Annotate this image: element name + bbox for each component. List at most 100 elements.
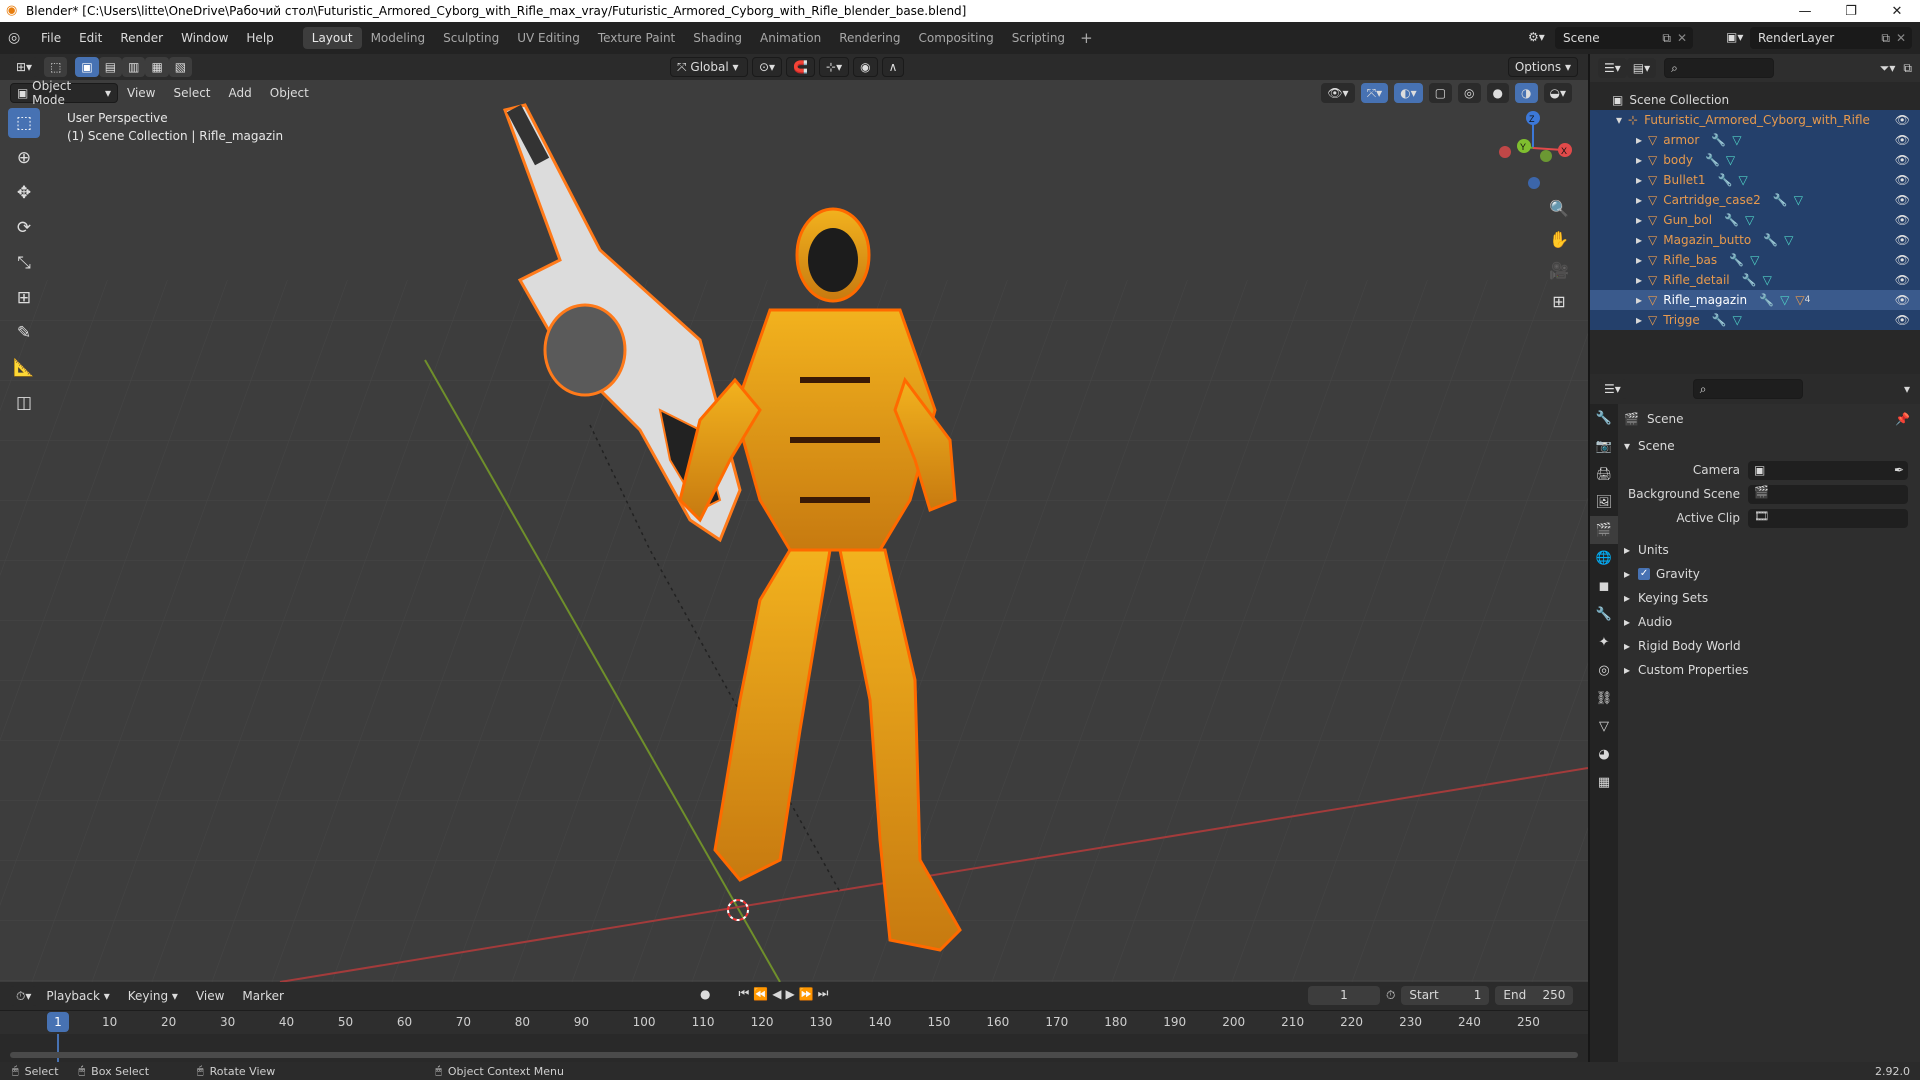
mesh-data-icon[interactable]: ▽ [1745,213,1754,227]
play-icon[interactable]: ▶ [785,987,794,1001]
outliner-search-input[interactable]: ⌕ [1664,58,1775,78]
shading-wireframe-icon[interactable]: ◎ [1458,83,1481,103]
rotate-tool-icon[interactable]: ⟳ [8,213,40,243]
camera-icon[interactable]: 🎥 [1546,257,1572,283]
selection-intersect-icon[interactable]: ▧ [168,57,193,77]
blender-menu-icon[interactable]: ◎ [8,30,32,46]
zoom-icon[interactable]: 🔍 [1546,195,1572,221]
expand-arrow-icon[interactable]: ▸ [1636,213,1642,227]
render-layer-icon[interactable]: ▣▾ [1726,30,1743,44]
menu-render[interactable]: Render [111,31,172,45]
visibility-eye-icon[interactable]: 👁 [1895,193,1910,207]
tab-rendering[interactable]: Rendering [830,27,909,49]
outliner-row-collection[interactable]: ▾ ⊹ Futuristic_Armored_Cyborg_with_Rifle… [1590,110,1920,130]
selection-invert-icon[interactable]: ▦ [145,57,169,77]
pin-icon[interactable]: 📌 [1895,412,1910,426]
visibility-eye-icon[interactable]: 👁 [1895,313,1910,327]
shading-solid-icon[interactable]: ● [1486,83,1510,103]
texture-tab-icon[interactable]: ▦ [1590,768,1618,796]
mesh-data-icon[interactable]: ▽ [1780,293,1789,307]
play-reverse-icon[interactable]: ◀ [772,987,781,1001]
outliner-row-scene-collection[interactable]: ▣ Scene Collection [1590,90,1920,110]
jump-start-icon[interactable]: ⏮ [738,986,749,1001]
modifier-icon[interactable]: 🔧 [1724,213,1739,227]
tab-texture-paint[interactable]: Texture Paint [589,27,684,49]
particles-tab-icon[interactable]: ✦ [1590,628,1618,656]
camera-field[interactable]: ▣ ✒ [1748,460,1908,480]
minimize-button[interactable]: — [1782,0,1828,22]
physics-tab-icon[interactable]: ◎ [1590,656,1618,684]
filter-icon[interactable]: ⏷▾ [1880,61,1896,76]
viewport-menu-object[interactable]: Object [261,86,318,100]
selection-mode-icons[interactable]: ▣ [75,57,99,77]
outliner-row-object[interactable]: ▸ ▽ Rifle_detail 🔧 ▽ 👁 [1590,270,1920,290]
timeline-menu-marker[interactable]: Marker [233,989,292,1003]
tool-tab-icon[interactable]: 🔧 [1590,404,1618,432]
constraints-tab-icon[interactable]: ⛓ [1590,684,1618,712]
object-tab-icon[interactable]: ◼ [1590,572,1618,600]
select-tool-icon[interactable]: ⬚ [44,57,68,77]
visibility-eye-icon[interactable]: 👁 [1895,253,1910,267]
modifier-icon[interactable]: 🔧 [1718,173,1733,187]
menu-help[interactable]: Help [237,31,282,45]
viewport-scene[interactable]: Z X Y [0,80,1588,982]
tab-animation[interactable]: Animation [751,27,830,49]
gizmo-toggle-icon[interactable]: ⤧▾ [1360,83,1389,103]
select-box-tool-icon[interactable]: ⬚ [8,108,40,138]
visibility-eye-icon[interactable]: 👁 [1895,113,1910,127]
new-layer-icon[interactable]: ⧉ [1881,31,1890,46]
xray-toggle-icon[interactable]: ▢ [1428,83,1453,103]
viewport-menu-add[interactable]: Add [220,86,261,100]
rigid-body-world-section[interactable]: ▸ Rigid Body World [1624,634,1920,658]
outliner-row-object[interactable]: ▸ ▽ Magazin_butto 🔧 ▽ 👁 [1590,230,1920,250]
outliner-row-object[interactable]: ▸ ▽ Cartridge_case2 🔧 ▽ 👁 [1590,190,1920,210]
viewport-menu-select[interactable]: Select [164,86,219,100]
outliner-row-object[interactable]: ▸ ▽ Gun_bol 🔧 ▽ 👁 [1590,210,1920,230]
delete-scene-icon[interactable]: ✕ [1677,31,1687,45]
transform-tool-icon[interactable]: ⊞ [8,283,40,313]
proportional-falloff-dropdown[interactable]: ∧ [881,57,905,77]
mesh-data-icon[interactable]: ▽ [1733,313,1742,327]
move-tool-icon[interactable]: ✥ [8,178,40,208]
display-mode-icon[interactable]: ▤▾ [1626,58,1657,78]
custom-properties-section[interactable]: ▸ Custom Properties [1624,658,1920,682]
outliner-panel[interactable]: ☰▾ ▤▾ ⌕ ⏷▾ ⧉ ▣ Scene Collection ▾ ⊹ Futu… [1588,54,1920,374]
outliner-row-object[interactable]: ▸ ▽ Rifle_bas 🔧 ▽ 👁 [1590,250,1920,270]
modifier-icon[interactable]: 🔧 [1711,133,1726,147]
timeline-editor-type-icon[interactable]: ⏱▾ [10,986,38,1006]
modifier-icon[interactable]: 🔧 [1759,293,1774,307]
hand-icon[interactable]: ✋ [1546,226,1572,252]
modifier-icon[interactable]: 🔧 [1742,273,1757,287]
mesh-data-icon[interactable]: ▽ [1750,253,1759,267]
output-tab-icon[interactable]: 🖨 [1590,460,1618,488]
expand-arrow-icon[interactable]: ▸ [1636,293,1642,307]
gravity-section[interactable]: ▸ ✓ Gravity [1624,562,1920,586]
material-icon[interactable]: ▽ [1795,293,1804,307]
units-section[interactable]: ▸ Units [1624,538,1920,562]
shading-rendered-icon[interactable]: ◒▾ [1543,83,1572,103]
expand-arrow-icon[interactable]: ▸ [1636,173,1642,187]
mesh-data-icon[interactable]: ▽ [1763,273,1772,287]
visibility-eye-icon[interactable]: 👁 [1895,273,1910,287]
timeline-menu-view[interactable]: View [187,989,233,1003]
snap-toggle[interactable]: 🧲 [786,57,816,77]
visibility-icon[interactable]: 👁▾ [1321,83,1355,103]
3d-viewport[interactable]: Z X Y ▣ Object Mode ▾ View Select Add Ob… [0,80,1588,982]
tab-scripting[interactable]: Scripting [1003,27,1074,49]
selection-subtract-icon[interactable]: ▥ [122,57,146,77]
eyedropper-icon[interactable]: ✒ [1894,463,1904,477]
tab-modeling[interactable]: Modeling [362,27,435,49]
add-cube-tool-icon[interactable]: ◫ [8,388,40,418]
delete-layer-icon[interactable]: ✕ [1896,31,1906,45]
background-scene-field[interactable]: 🎬 [1748,484,1908,504]
add-workspace-button[interactable]: + [1074,27,1099,49]
scale-tool-icon[interactable]: ⤡ [8,248,40,278]
menu-edit[interactable]: Edit [70,31,111,45]
next-keyframe-icon[interactable]: ⏩ [799,987,814,1001]
mesh-data-icon[interactable]: ▽ [1732,133,1741,147]
visibility-eye-icon[interactable]: 👁 [1895,233,1910,247]
selection-extend-icon[interactable]: ▤ [98,57,123,77]
current-frame-field[interactable]: 1 [1308,986,1380,1005]
prev-keyframe-icon[interactable]: ⏪ [753,987,768,1001]
proportional-edit-toggle[interactable]: ◉ [853,57,878,77]
